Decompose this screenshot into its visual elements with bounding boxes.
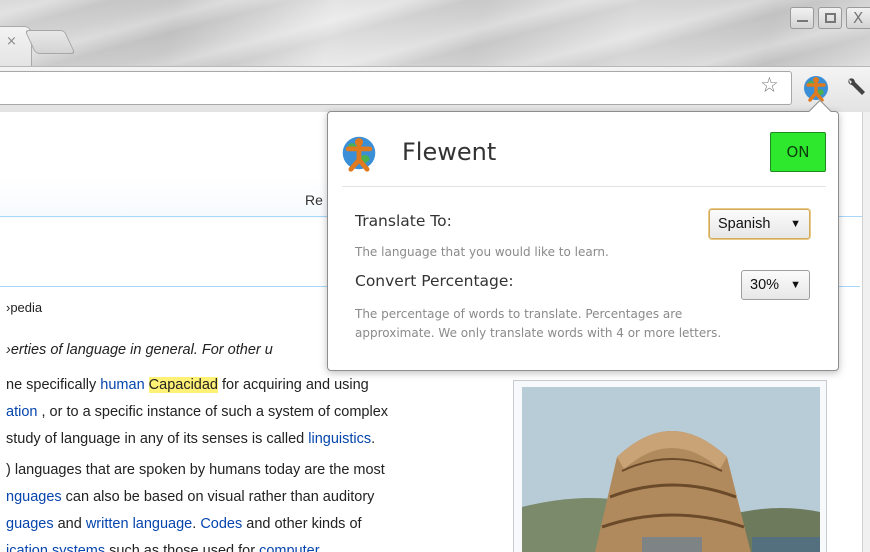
popup-title: Flewent (402, 138, 497, 166)
minimize-button[interactable] (790, 7, 814, 29)
article-text: , or to a specific instance of such a sy… (37, 404, 389, 420)
article-text: ne specifically (6, 377, 101, 393)
site-subtitle: ›pedia (6, 300, 43, 315)
hatnote: ›erties of language in general. For othe… (6, 342, 273, 358)
article-text: ) languages that are spoken by humans to… (6, 462, 385, 478)
translated-word-highlight[interactable]: Capacidad (148, 377, 218, 393)
article-line: ication systems such as those used for c… (6, 541, 320, 552)
address-bar[interactable] (0, 71, 792, 105)
tab-read[interactable]: Re (305, 192, 323, 208)
article-text: and other kinds of (242, 516, 362, 532)
popup-divider (342, 186, 826, 187)
flewent-extension-icon (804, 76, 828, 102)
scrollbar[interactable] (862, 112, 870, 552)
wrench-icon[interactable] (845, 75, 867, 102)
minimize-icon (797, 20, 808, 22)
translate-to-label: Translate To: (355, 212, 452, 230)
title-bar (0, 0, 870, 66)
article-line: study of language in any of its senses i… (6, 429, 375, 449)
flewent-extension-button[interactable] (802, 74, 830, 102)
article-link[interactable]: nguages (6, 489, 62, 505)
article-text: can also be based on visual rather than … (61, 489, 375, 505)
article-link[interactable]: ation (6, 404, 37, 420)
chevron-down-icon: ▼ (790, 279, 801, 291)
article-link[interactable]: computer (259, 543, 319, 552)
article-link[interactable]: written language (86, 516, 192, 532)
flewent-logo-icon (340, 134, 378, 172)
percentage-select[interactable]: 30% ▼ (741, 270, 810, 300)
page-tab-area (0, 176, 330, 218)
article-line: ne specifically human Capacidad for acqu… (6, 375, 369, 395)
article-text: such as those used for (105, 543, 260, 552)
image-thumbnail[interactable] (513, 380, 827, 552)
article-link[interactable]: guages (6, 516, 54, 532)
tower-of-babel-image (522, 387, 820, 552)
language-select-value: Spanish (718, 216, 771, 232)
maximize-button[interactable] (818, 7, 842, 29)
convert-percentage-description: The percentage of words to translate. Pe… (355, 307, 683, 321)
article-link[interactable]: human (100, 377, 144, 393)
browser-toolbar: ☆ (0, 66, 870, 112)
article-text: and (53, 516, 86, 532)
article-text: . (371, 431, 376, 447)
close-icon: X (853, 9, 864, 27)
convert-percentage-description-2: approximate. We only translate words wit… (355, 326, 722, 340)
article-line: nguages can also be based on visual rath… (6, 487, 374, 507)
article-line: ation , or to a specific instance of suc… (6, 402, 388, 422)
translate-to-description: The language that you would like to lear… (355, 245, 609, 259)
article-text: for acquiring and using (218, 377, 369, 393)
article-link[interactable]: Codes (200, 516, 242, 532)
article-text: study of language in any of its senses i… (6, 431, 309, 447)
convert-percentage-label: Convert Percentage: (355, 272, 514, 290)
language-select[interactable]: Spanish ▼ (709, 209, 810, 239)
on-off-toggle[interactable]: ON (770, 132, 826, 172)
star-icon[interactable]: ☆ (760, 73, 779, 97)
percentage-select-value: 30% (750, 277, 780, 293)
window-close-button[interactable]: X (846, 7, 870, 29)
article-line: ) languages that are spoken by humans to… (6, 460, 385, 480)
flewent-popup: Flewent ON Translate To: Spanish ▼ The l… (327, 99, 839, 371)
article-link[interactable]: linguistics (308, 431, 371, 447)
maximize-icon (825, 13, 836, 23)
article-line: guages and written language. Codes and o… (6, 514, 362, 534)
tab-close-icon[interactable]: × (6, 34, 17, 49)
chevron-down-icon: ▼ (790, 218, 801, 230)
article-link[interactable]: ication systems (6, 543, 105, 552)
